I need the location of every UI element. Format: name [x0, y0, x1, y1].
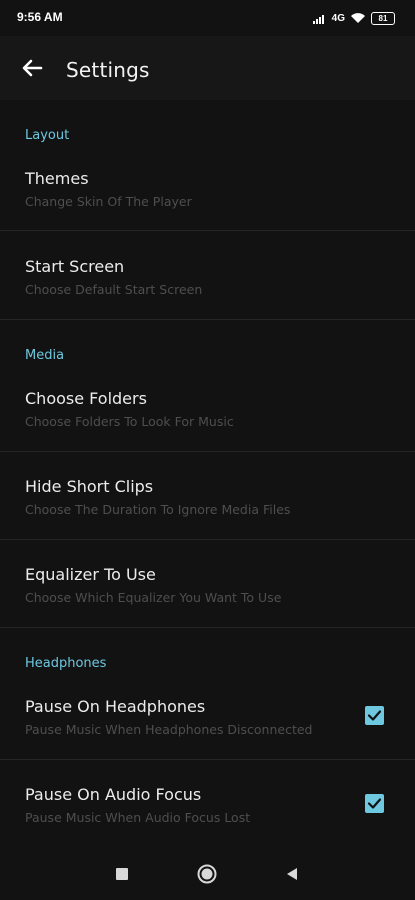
home-button[interactable]	[196, 863, 218, 889]
divider	[0, 451, 415, 452]
pref-summary: Choose The Duration To Ignore Media File…	[25, 502, 291, 517]
pref-title: Pause On Headphones	[25, 697, 206, 716]
pref-title: Equalizer To Use	[25, 565, 156, 584]
wifi-icon	[350, 9, 366, 28]
divider	[0, 319, 415, 320]
pref-summary: Pause Music When Audio Focus Lost	[25, 810, 251, 825]
circle-icon	[196, 864, 218, 889]
pref-equalizer[interactable]: Equalizer To Use Choose Which Equalizer …	[0, 565, 415, 615]
pref-pause-on-audio-focus[interactable]: Pause On Audio Focus Pause Music When Au…	[0, 785, 415, 835]
section-header-layout: Layout	[25, 128, 70, 143]
battery-icon: 81	[371, 12, 395, 25]
system-nav-bar	[0, 850, 415, 900]
pref-pause-on-headphones[interactable]: Pause On Headphones Pause Music When Hea…	[0, 697, 415, 747]
pause-on-headphones-checkbox[interactable]	[365, 706, 384, 725]
pref-title: Choose Folders	[25, 389, 147, 408]
app-bar: Settings	[0, 36, 415, 100]
pref-title: Pause On Audio Focus	[25, 785, 202, 804]
pref-choose-folders[interactable]: Choose Folders Choose Folders To Look Fo…	[0, 389, 415, 439]
pref-summary: Choose Folders To Look For Music	[25, 414, 234, 429]
arrow-left-icon	[16, 59, 48, 88]
section-header-media: Media	[25, 348, 65, 363]
pref-summary: Pause Music When Headphones Disconnected	[25, 722, 313, 737]
pref-summary: Choose Default Start Screen	[25, 282, 203, 297]
triangle-left-icon	[284, 867, 300, 886]
pref-summary: Change Skin Of The Player	[25, 194, 192, 209]
back-button[interactable]	[16, 52, 48, 84]
pref-themes[interactable]: Themes Change Skin Of The Player	[0, 169, 415, 219]
battery-level: 81	[378, 14, 388, 23]
pause-on-audio-focus-checkbox[interactable]	[365, 794, 384, 813]
signal-icon	[312, 9, 327, 28]
recents-button[interactable]	[114, 866, 130, 886]
square-icon	[114, 867, 130, 886]
divider	[0, 230, 415, 231]
pref-start-screen[interactable]: Start Screen Choose Default Start Screen	[0, 257, 415, 307]
pref-hide-short-clips[interactable]: Hide Short Clips Choose The Duration To …	[0, 477, 415, 527]
divider	[0, 539, 415, 540]
section-header-headphones: Headphones	[25, 656, 107, 671]
pref-title: Start Screen	[25, 257, 125, 276]
status-bar: 9:56 AM 4G 81	[0, 0, 415, 36]
divider	[0, 627, 415, 628]
divider	[0, 759, 415, 760]
nav-back-button[interactable]	[284, 866, 300, 886]
status-time: 9:56 AM	[17, 10, 63, 24]
status-icons: 4G 81	[312, 9, 395, 28]
network-type: 4G	[331, 13, 345, 24]
page-title: Settings	[66, 58, 150, 82]
pref-title: Hide Short Clips	[25, 477, 154, 496]
pref-title: Themes	[25, 169, 89, 188]
pref-summary: Choose Which Equalizer You Want To Use	[25, 590, 282, 605]
